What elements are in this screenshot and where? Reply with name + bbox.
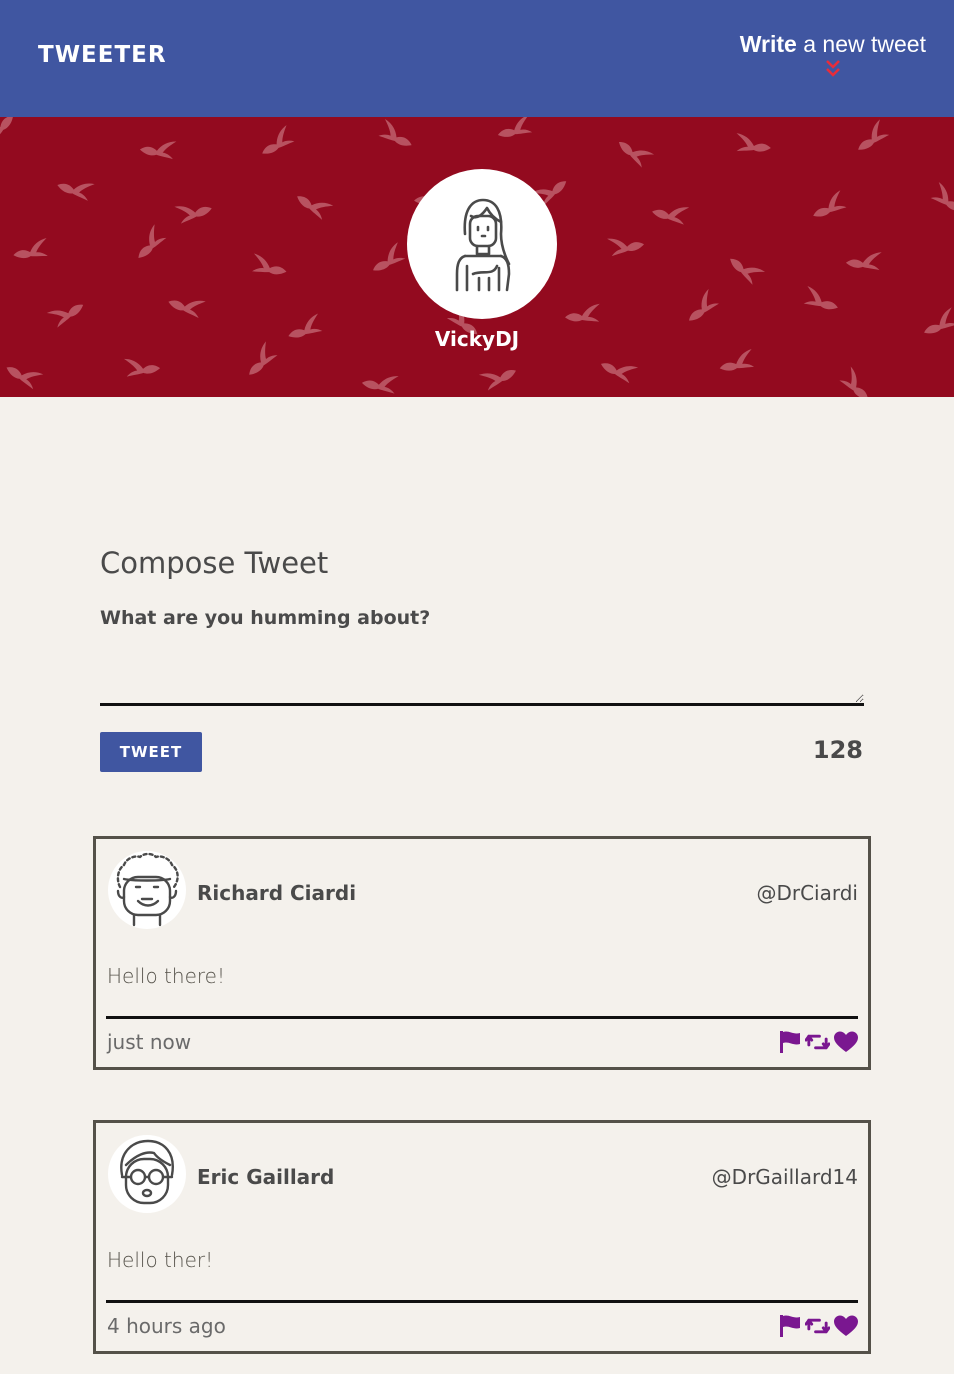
bird-pattern-icon	[164, 288, 208, 324]
retweet-icon[interactable]	[805, 1029, 830, 1054]
double-chevron-down-icon[interactable]	[824, 59, 842, 79]
bird-pattern-icon	[850, 117, 895, 158]
bird-pattern-icon	[248, 252, 289, 282]
tweet-content: Hello there!	[107, 964, 225, 988]
bird-pattern-icon	[596, 351, 641, 389]
top-nav: TWEETER Write a new tweet	[0, 0, 954, 117]
tweet-author-handle: @DrCiardi	[756, 881, 858, 905]
bird-pattern-icon	[128, 222, 172, 266]
curly-hair-man-avatar-icon	[116, 852, 179, 927]
bird-pattern-icon	[800, 284, 843, 317]
tweet-divider	[106, 1300, 858, 1303]
bird-pattern-icon	[494, 117, 536, 145]
tweet-button[interactable]: TWEET	[100, 732, 202, 772]
bird-pattern-icon	[138, 135, 179, 164]
bird-pattern-icon	[834, 364, 878, 397]
profile-banner: VickyDJ	[0, 117, 954, 397]
bird-pattern-icon	[733, 132, 772, 158]
tweet-card: Richard Ciardi @DrCiardi Hello there! ju…	[93, 836, 871, 1070]
tweet-timestamp: 4 hours ago	[107, 1314, 226, 1338]
bird-pattern-icon	[680, 287, 725, 329]
bird-pattern-icon	[291, 184, 336, 225]
bird-pattern-icon	[723, 247, 767, 290]
heart-icon[interactable]	[833, 1313, 858, 1338]
woman-avatar-icon	[455, 198, 511, 292]
glasses-man-avatar-icon	[120, 1139, 174, 1205]
write-label-bold: Write	[739, 31, 797, 57]
tweet-content: Hello ther!	[107, 1248, 214, 1272]
character-counter: 128	[812, 736, 863, 764]
tweet-textarea[interactable]	[100, 607, 864, 706]
tweet-timestamp: just now	[107, 1030, 192, 1054]
bird-pattern-icon	[649, 198, 692, 230]
flag-icon[interactable]	[777, 1313, 802, 1338]
bird-pattern-icon	[1, 355, 46, 395]
tweet-actions	[777, 1313, 858, 1338]
heart-icon[interactable]	[833, 1029, 858, 1054]
compose-title: Compose Tweet	[100, 546, 329, 580]
bird-pattern-icon	[374, 117, 418, 154]
avatar	[108, 1135, 186, 1213]
bird-pattern-icon	[612, 131, 657, 174]
bird-pattern-icon	[359, 369, 401, 397]
tweet-card: Eric Gaillard @DrGaillard14 Hello ther! …	[93, 1120, 871, 1354]
bird-pattern-icon	[172, 195, 216, 230]
bird-pattern-icon	[477, 358, 522, 397]
bird-pattern-icon	[11, 237, 52, 265]
write-label-rest: a new tweet	[796, 31, 926, 57]
tweet-author-name: Eric Gaillard	[197, 1165, 335, 1189]
tweet-author-name: Richard Ciardi	[197, 881, 357, 905]
bird-pattern-icon	[605, 230, 647, 261]
flag-icon[interactable]	[777, 1029, 802, 1054]
bird-pattern-icon	[255, 123, 300, 162]
bird-pattern-icon	[366, 240, 411, 279]
bird-pattern-icon	[53, 171, 97, 206]
tweet-author-handle: @DrGaillard14	[711, 1165, 858, 1189]
tweet-divider	[106, 1016, 858, 1019]
brand-logo[interactable]: TWEETER	[38, 42, 167, 68]
avatar	[108, 851, 186, 929]
retweet-icon[interactable]	[805, 1313, 830, 1338]
bird-pattern-icon	[122, 354, 162, 382]
bird-pattern-icon	[564, 303, 602, 328]
profile-username: VickyDJ	[434, 327, 520, 351]
bird-pattern-icon	[716, 348, 758, 379]
tweet-actions	[777, 1029, 858, 1054]
write-new-tweet-toggle[interactable]: Write a new tweet	[740, 31, 926, 79]
profile-avatar	[407, 169, 557, 319]
bird-pattern-icon	[844, 249, 884, 276]
bird-pattern-icon	[926, 180, 954, 220]
bird-pattern-icon	[807, 189, 851, 226]
bird-pattern-icon	[0, 117, 21, 149]
